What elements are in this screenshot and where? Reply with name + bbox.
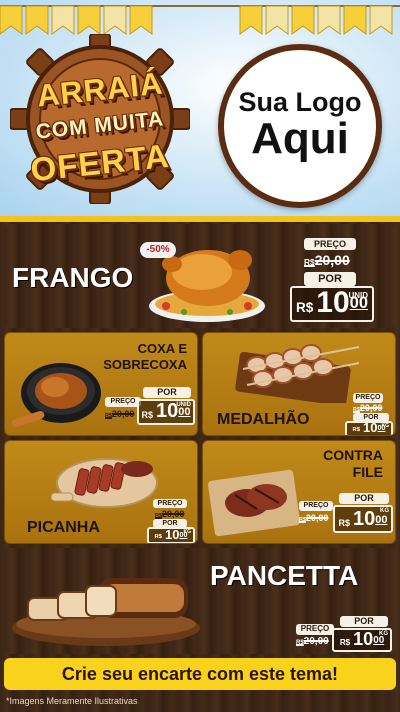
por-label: POR: [143, 387, 191, 398]
product-name: PANCETTA: [210, 560, 359, 591]
price-unit: KG: [381, 423, 390, 429]
preco-label: PREÇO: [296, 624, 334, 635]
pancetta-board-icon: [12, 578, 200, 646]
flyer: ARRAIÁ COM MUITA OFERTA Sua Logo Aqui FR…: [0, 0, 400, 712]
price-unit: KG: [380, 508, 389, 514]
currency: R$: [296, 300, 314, 316]
price-unit: UNID: [176, 402, 191, 408]
price-unit: KG: [379, 631, 388, 637]
currency: R$: [339, 638, 351, 648]
product-card-frango: FRANGO -50% PREÇO R$20,00 POR R$ 10 00 UNI…: [4, 224, 396, 328]
old-price-value: 20,00: [111, 409, 135, 419]
por-label: POR: [339, 493, 389, 504]
por-label: POR: [304, 272, 356, 286]
old-currency: R$: [304, 257, 315, 267]
old-price: R$20,00: [155, 509, 184, 519]
old-price: R$20,00: [299, 513, 328, 523]
discount-badge: -50%: [140, 242, 176, 258]
old-price-value: 20,00: [303, 636, 329, 647]
offers-section: FRANGO -50% PREÇO R$20,00 POR R$ 10 00 UNI…: [0, 216, 400, 712]
price-int: 10: [353, 629, 374, 649]
old-price-value: 20,00: [314, 252, 350, 268]
cta-banner[interactable]: Crie seu encarte com este tema!: [4, 658, 396, 690]
old-price: R$20,00: [296, 636, 329, 647]
new-price: R$ 10 00 UNID: [290, 286, 374, 322]
steak-board-icon: [208, 469, 300, 537]
product-name-line2: FILE: [352, 463, 383, 480]
product-card-picanha: PICANHA PREÇO R$20,00 POR R$ 10 00 KG: [4, 440, 198, 544]
old-price: R$20,00: [304, 252, 350, 268]
old-price: R$20,00: [105, 409, 134, 419]
new-price: R$ 10 00 KG: [332, 628, 392, 652]
preco-label: PREÇO: [153, 499, 187, 508]
preco-label: PREÇO: [304, 238, 356, 250]
currency: R$: [141, 409, 153, 420]
arraia-title-badge: ARRAIÁ COM MUITA OFERTA: [10, 34, 190, 204]
price-int: 10: [316, 286, 350, 319]
price-int: 10: [165, 527, 180, 542]
old-currency: R$: [296, 640, 304, 646]
product-name: PICANHA: [27, 519, 100, 536]
price-unit: KG: [183, 529, 192, 535]
old-price-value: 20,00: [359, 403, 383, 413]
product-name-line2: SOBRECOXA: [103, 356, 187, 372]
new-price: R$ 10 00 KG: [333, 505, 393, 533]
product-card-contra-file: CONTRA FILE PREÇO R$20,00 POR R$ 10 00 KG: [202, 440, 396, 544]
product-card-medalhao: MEDALHÃO PREÇO R$20,00 POR R$ 10 00 KG: [202, 332, 396, 436]
logo-text-line2: Aqui: [251, 114, 349, 164]
product-card-pancetta: PANCETTA PREÇO R$20,00 POR R$ 10 00 KG: [4, 548, 396, 654]
price-int: 10: [363, 420, 378, 435]
product-card-coxa-sobrecoxa: COXA E SOBRECOXA PREÇO R$20,00 POR R$ 10 0…: [4, 332, 198, 436]
logo-placeholder: Sua Logo Aqui: [218, 44, 382, 208]
old-price-value: 20,00: [161, 509, 185, 519]
new-price: R$ 10 00 KG: [345, 420, 393, 435]
por-label: POR: [340, 616, 388, 627]
divider-strip: [0, 216, 400, 222]
currency: R$: [352, 426, 361, 433]
chicken-pan-icon: [11, 363, 101, 428]
product-name: FRANGO: [12, 262, 134, 293]
price-int: 10: [353, 508, 376, 530]
currency: R$: [338, 517, 350, 528]
new-price: R$ 10 00 KG: [147, 527, 195, 543]
currency: R$: [154, 533, 163, 540]
logo-text-line1: Sua Logo: [238, 87, 362, 118]
header: ARRAIÁ COM MUITA OFERTA Sua Logo Aqui: [0, 0, 400, 216]
price-int: 10: [156, 400, 179, 422]
price-unit: UNID: [348, 291, 368, 300]
old-price-value: 20,00: [305, 513, 329, 523]
picanha-board-icon: [51, 458, 158, 508]
medallion-skewers-icon: [235, 344, 360, 403]
new-price: R$ 10 00 UNID: [137, 399, 195, 425]
old-currency: R$: [105, 413, 112, 419]
product-name-line1: CONTRA: [323, 447, 383, 463]
footnote: *Imagens Meramente Ilustrativas: [6, 696, 138, 706]
price-cents: 00: [375, 514, 388, 527]
product-name-line1: COXA E: [137, 341, 187, 356]
preco-label: PREÇO: [353, 393, 383, 403]
product-name: CONTRA FILE: [323, 447, 383, 481]
preco-label: PREÇO: [105, 397, 141, 407]
old-currency: R$: [299, 517, 306, 523]
preco-label: PREÇO: [299, 501, 333, 511]
product-name: COXA E SOBRECOXA: [103, 341, 187, 372]
old-price: R$20,00: [353, 403, 382, 413]
product-name: MEDALHÃO: [217, 411, 310, 428]
